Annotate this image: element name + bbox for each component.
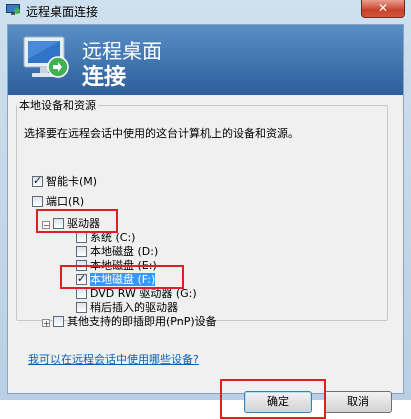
- banner-subtitle: 连接: [82, 65, 127, 90]
- dialog-body: 本地设备和资源 选择要在远程会话中使用的这台计算机上的设备和资源。 智能卡(M)…: [8, 95, 403, 419]
- device-item-pnp[interactable]: + 其他支持的即插即用(PnP)设备: [42, 313, 217, 328]
- dialog-client: 远程桌面 连接 本地设备和资源 选择要在远程会话中使用的这台计算机上的设备和资源…: [7, 24, 404, 419]
- close-button[interactable]: ✕: [361, 0, 405, 18]
- checkbox[interactable]: [76, 246, 87, 257]
- close-icon: ✕: [377, 1, 389, 15]
- checkbox[interactable]: [76, 232, 87, 243]
- device-label: 端口(R): [46, 195, 85, 208]
- annotation-highlight: [60, 265, 184, 289]
- title-bar[interactable]: 远程桌面连接 ✕: [0, 0, 411, 22]
- device-item-ports[interactable]: 端口(R): [32, 193, 85, 208]
- cancel-button[interactable]: 取消: [324, 391, 392, 413]
- help-link[interactable]: 我可以在远程会话中使用哪些设备?: [28, 351, 199, 367]
- annotation-highlight: [220, 379, 326, 419]
- device-label: 智能卡(M): [46, 175, 98, 188]
- checkbox[interactable]: [76, 302, 87, 313]
- group-description: 选择要在远程会话中使用的这台计算机上的设备和资源。: [24, 127, 299, 140]
- banner: 远程桌面 连接: [8, 25, 403, 95]
- checkbox[interactable]: [53, 316, 64, 327]
- checkbox[interactable]: [32, 174, 43, 187]
- expand-plus-icon[interactable]: +: [42, 319, 50, 328]
- monitor-icon: [23, 36, 69, 78]
- annotation-highlight: [36, 209, 118, 233]
- remote-desktop-dialog: 远程桌面连接 ✕ 远程桌面 连接 本地设备和资源 选择要在远程会话中使用的这台计…: [0, 0, 411, 419]
- group-legend: 本地设备和资源: [19, 99, 96, 112]
- device-item-smartcard[interactable]: 智能卡(M): [32, 173, 98, 188]
- remote-desktop-icon: [6, 4, 20, 15]
- device-label: 其他支持的即插即用(PnP)设备: [67, 315, 217, 328]
- device-item-later-drives[interactable]: 稍后插入的驱动器: [76, 299, 178, 314]
- checkbox[interactable]: [76, 288, 87, 299]
- device-item-drive-d[interactable]: 本地磁盘 (D:): [76, 243, 158, 258]
- checkbox[interactable]: [32, 196, 43, 207]
- window-title: 远程桌面连接: [26, 5, 99, 19]
